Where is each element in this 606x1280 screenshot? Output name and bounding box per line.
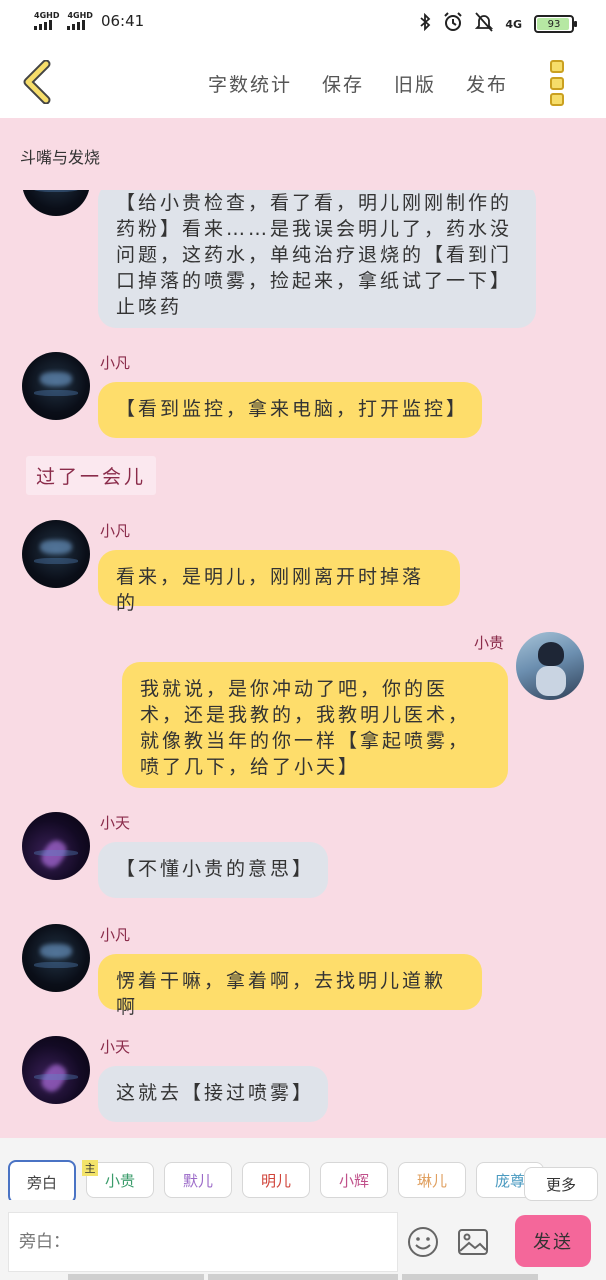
signal-bars-icon — [67, 20, 86, 30]
avatar[interactable] — [516, 632, 584, 700]
chat-title: 斗嘴与发烧 — [20, 148, 101, 167]
role-chip[interactable]: 默儿 — [164, 1162, 232, 1198]
more-menu-button[interactable] — [550, 60, 566, 106]
signal-1: 4GHD — [34, 12, 59, 30]
publish-button[interactable]: 发布 — [466, 70, 508, 97]
avatar[interactable] — [22, 924, 90, 992]
message-bubble: 这就去【接过喷雾】 — [98, 1066, 328, 1122]
image-button[interactable] — [456, 1225, 490, 1259]
nav-handle — [402, 1274, 538, 1280]
mute-icon — [475, 12, 494, 36]
send-button[interactable]: 发送 — [515, 1215, 591, 1267]
message-input[interactable] — [8, 1212, 398, 1272]
emoji-button[interactable] — [406, 1225, 440, 1259]
top-bar: 字数统计 保存 旧版 发布 — [0, 46, 606, 118]
menu-dot-icon — [550, 60, 564, 73]
nav-handle — [68, 1274, 204, 1280]
chevron-left-icon — [23, 59, 51, 105]
back-button[interactable] — [20, 59, 60, 105]
avatar[interactable] — [22, 190, 90, 216]
message-list[interactable]: 【给小贵检查，看了看，明儿刚刚制作的药粉】看来……是我误会明儿了，药水没问题，这… — [0, 190, 606, 1138]
avatar[interactable] — [22, 1036, 90, 1104]
avatar[interactable] — [22, 812, 90, 880]
alarm-icon — [443, 12, 463, 36]
speaker-name: 小天 — [100, 814, 131, 832]
battery-icon: 93 — [534, 15, 577, 33]
speaker-name: 小贵 — [474, 634, 505, 652]
avatar[interactable] — [22, 352, 90, 420]
message-bubble: 我就说，是你冲动了吧，你的医术，还是我教的，我教明儿医术，就像教当年的你一样【拿… — [122, 662, 508, 788]
more-roles-button[interactable]: 更多 — [524, 1167, 598, 1201]
narration-label: 过了一会儿 — [26, 456, 157, 495]
role-chip-narrator[interactable]: 旁白 — [8, 1160, 76, 1200]
speaker-name: 小凡 — [100, 354, 131, 372]
message-bubble: 愣着干嘛，拿着啊，去找明儿道歉啊 — [98, 954, 482, 1018]
menu-dot-icon — [550, 93, 564, 106]
nav-handle — [208, 1274, 398, 1280]
message-bubble: 【看到监控，拿来电脑，打开监控】 — [98, 382, 482, 438]
speaker-name: 小天 — [100, 1038, 131, 1056]
smiley-icon — [408, 1227, 438, 1257]
role-chip[interactable]: 明儿 — [242, 1162, 310, 1198]
chat-area[interactable]: 斗嘴与发烧 【给小贵检查，看了看，明儿刚刚制作的药粉】看来……是我误会明儿了，药… — [0, 118, 606, 1138]
save-button[interactable]: 保存 — [322, 70, 364, 97]
message-bubble: 【不懂小贵的意思】 — [98, 842, 328, 898]
speaker-name: 小凡 — [100, 926, 131, 944]
signal-2: 4GHD — [67, 12, 93, 30]
role-chip[interactable]: 琳儿 — [398, 1162, 466, 1198]
avatar[interactable] — [22, 520, 90, 588]
status-bar: 4GHD 4GHD 06:41 4G 93 — [0, 0, 606, 46]
signal-bars-icon — [34, 20, 52, 30]
role-chip[interactable]: 小辉 — [320, 1162, 388, 1198]
message-bubble: 【给小贵检查，看了看，明儿刚刚制作的药粉】看来……是我误会明儿了，药水没问题，这… — [98, 190, 536, 328]
bluetooth-icon — [419, 12, 431, 35]
speaker-name: 小凡 — [100, 522, 131, 540]
network-4g: 4G — [505, 17, 522, 31]
message-bubble: 看来，是明儿，刚刚离开时掉落的 — [98, 550, 460, 614]
menu-dot-icon — [550, 76, 564, 90]
word-count-button[interactable]: 字数统计 — [208, 70, 292, 97]
old-version-button[interactable]: 旧版 — [394, 70, 436, 97]
host-badge: 主 — [82, 1160, 98, 1176]
image-icon — [458, 1229, 488, 1255]
clock: 06:41 — [100, 12, 145, 30]
